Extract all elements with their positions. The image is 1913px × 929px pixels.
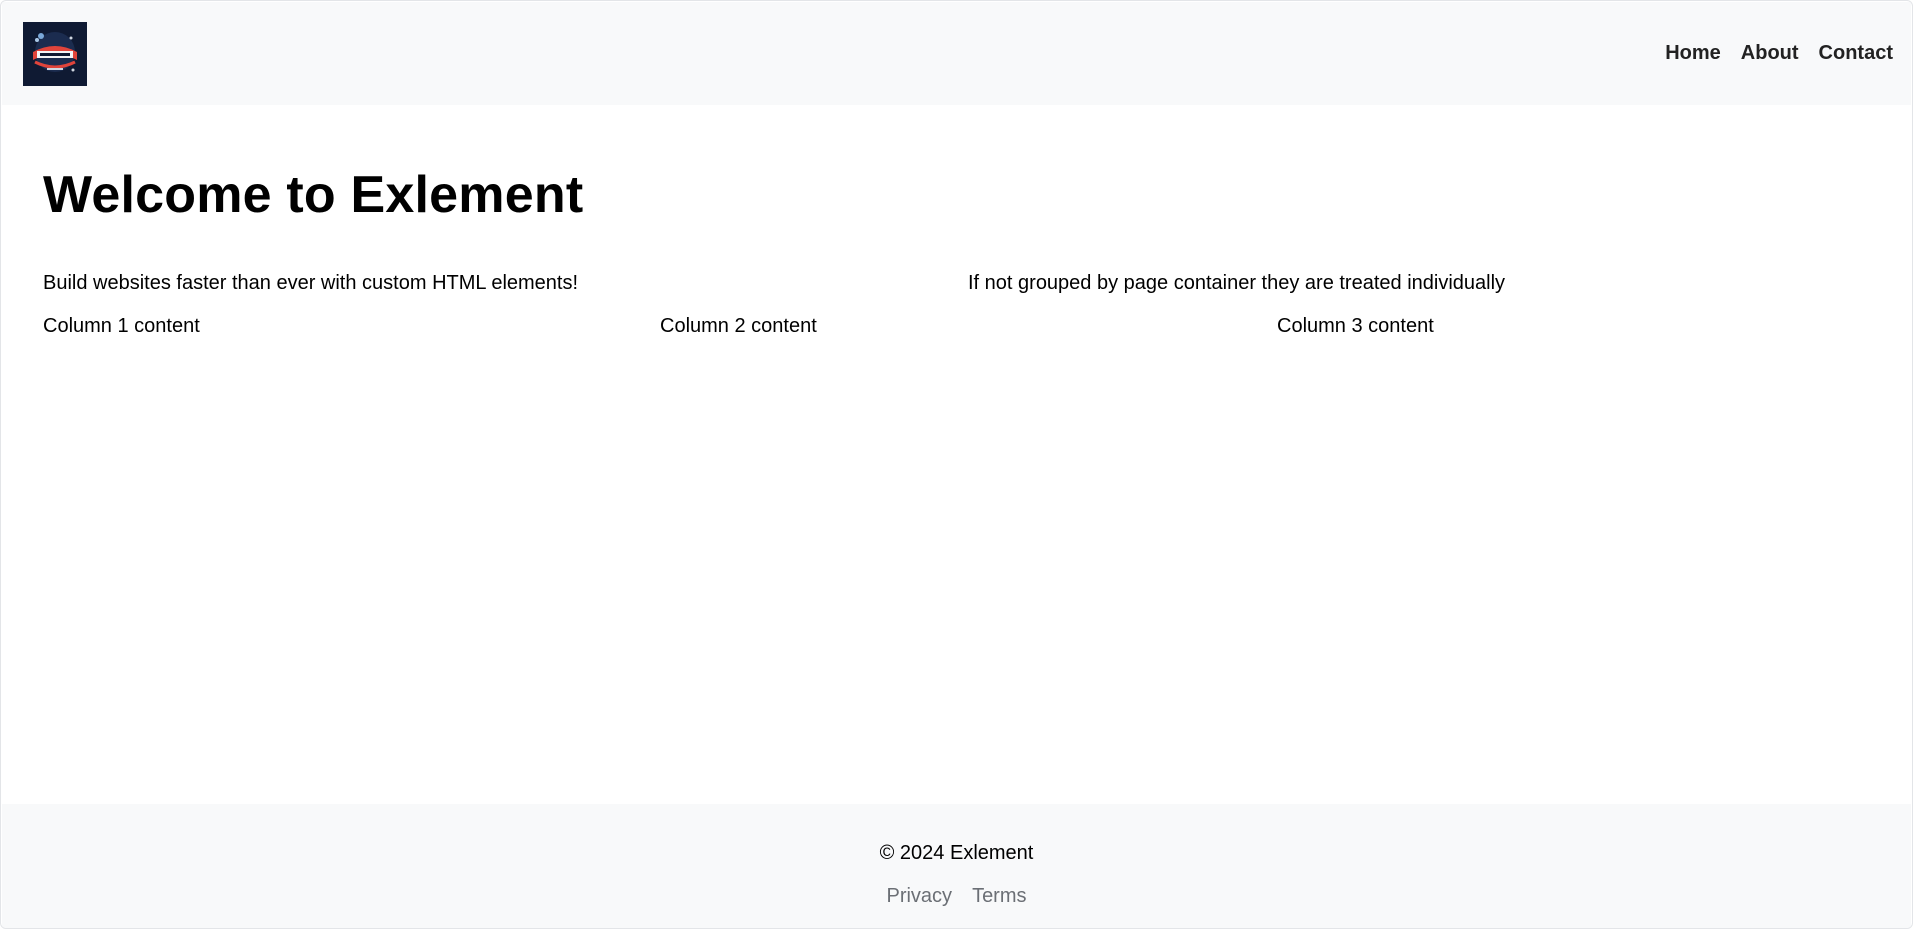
column-2: Column 2 content [660,315,817,337]
site-header: Home About Contact [2,2,1911,105]
main-nav: Home About Contact [1665,42,1893,65]
page-frame: Home About Contact Welcome to Exlement B… [0,0,1913,929]
grouping-note-text: If not grouped by page container they ar… [968,272,1506,294]
copyright-text: © 2024 Exlement [879,842,1034,864]
footer-links: Privacy Terms [2,885,1911,908]
terms-link[interactable]: Terms [972,885,1026,908]
site-footer: © 2024 Exlement Privacy Terms [2,804,1911,928]
nav-home-link[interactable]: Home [1665,42,1721,65]
privacy-link[interactable]: Privacy [886,885,952,908]
nav-about-link[interactable]: About [1741,42,1799,65]
column-1: Column 1 content [43,315,200,337]
column-3: Column 3 content [1277,315,1434,337]
exlement-logo-icon [23,22,87,86]
nav-contact-link[interactable]: Contact [1819,42,1893,65]
tagline-text: Build websites faster than ever with cus… [43,272,579,294]
site-logo[interactable] [23,22,87,86]
page-title: Welcome to Exlement [43,166,584,224]
